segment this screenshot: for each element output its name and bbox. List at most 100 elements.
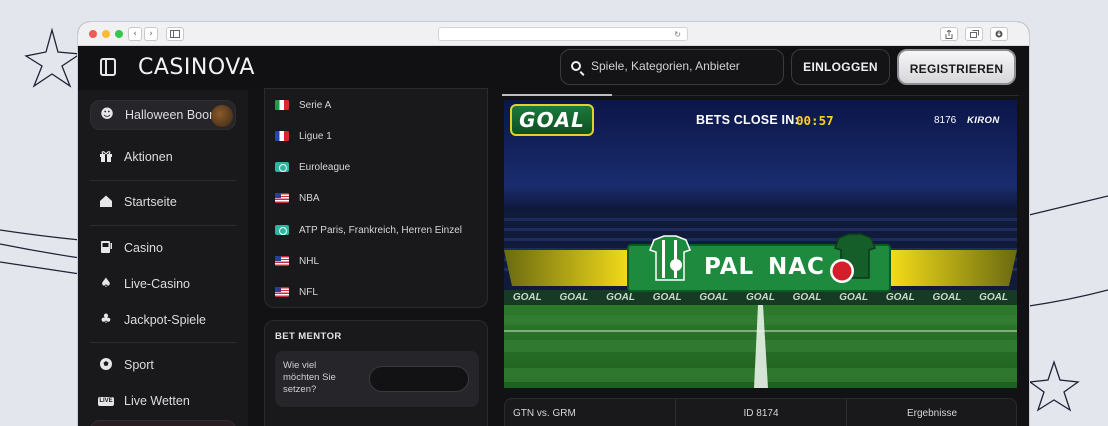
share-button[interactable] [940, 27, 958, 41]
bet-mentor-title: BET MENTOR [275, 331, 342, 342]
sidebar-item-label: Startseite [124, 195, 177, 209]
menu-toggle-icon[interactable] [100, 58, 116, 76]
ad-board-text: GOAL [652, 292, 682, 303]
ad-board-text: GOAL [745, 292, 775, 303]
bet-amount-input[interactable] [369, 366, 469, 392]
game-panel: GOAL GOAL GOAL GOAL GOAL GOAL GOAL GOAL … [498, 90, 1029, 426]
countdown-timer: 00:57 [796, 113, 834, 128]
back-button[interactable]: ‹ [128, 27, 142, 41]
sidebar-item-label: Casino [124, 241, 163, 255]
bet-amount-row: Wie viel möchten Sie setzen? [275, 351, 479, 407]
live-badge-icon: LIVE [98, 396, 114, 406]
sidebar-toggle-button[interactable] [166, 27, 184, 41]
ad-board-text: GOAL [932, 292, 962, 303]
sidebar-item-jackpot-spiele[interactable]: ♣ Jackpot-Spiele [90, 305, 236, 335]
world-icon [275, 225, 289, 235]
sidebar-item-casino[interactable]: Casino [90, 233, 236, 263]
home-team-name: PAL [704, 254, 755, 280]
close-window-button[interactable] [89, 30, 97, 38]
league-item[interactable]: Ligue 1 [275, 126, 332, 146]
search-icon [571, 61, 581, 71]
bet-mentor-panel: BET MENTOR Wie viel möchten Sie setzen? [264, 320, 488, 426]
league-item[interactable]: Euroleague [275, 157, 350, 177]
ad-boards: GOAL GOAL GOAL GOAL GOAL GOAL GOAL GOAL … [504, 290, 1017, 305]
bets-close-label: BETS CLOSE IN: [696, 113, 799, 127]
maximize-window-button[interactable] [115, 30, 123, 38]
league-name: Euroleague [299, 161, 351, 173]
browser-toolbar: ‹ › ↻ [78, 22, 1029, 46]
minimize-window-button[interactable] [102, 30, 110, 38]
away-team-name: NAC [768, 254, 825, 280]
live-dealer-icon: ♠ [100, 276, 112, 291]
ad-board-text: GOAL [559, 292, 589, 303]
ad-board-text: GOAL [512, 292, 542, 303]
goal-logo: GOAL [510, 104, 594, 136]
forward-button[interactable]: › [144, 27, 158, 41]
register-button[interactable]: REGISTRIEREN [897, 49, 1016, 85]
sidebar-divider [90, 180, 236, 181]
reload-icon[interactable]: ↻ [674, 28, 681, 41]
stadium-scene [504, 100, 1017, 388]
league-item[interactable]: ATP Paris, Frankreich, Herren Einzel [275, 220, 462, 240]
sidebar-item-live-wetten[interactable]: LIVE Live Wetten [90, 386, 236, 416]
world-icon [275, 162, 289, 172]
site-logo[interactable]: CASINOVA [138, 55, 255, 80]
provider-logo: KIRON [967, 115, 1000, 126]
halloween-pumpkin-icon [211, 105, 233, 127]
sidebar-divider [90, 225, 236, 226]
bet-amount-question: Wie viel möchten Sie setzen? [283, 360, 336, 395]
sidebar-item-halloween-boom[interactable]: ☻ Halloween Boom [90, 100, 236, 130]
sidebar-item-sport[interactable]: Sport [90, 350, 236, 380]
usa-flag-icon [275, 287, 289, 297]
pumpkin-icon: ☻ [100, 107, 114, 122]
ad-board-text: GOAL [606, 292, 635, 303]
league-item[interactable]: NHL [275, 251, 319, 271]
sidebar-nav: ☻ Halloween Boom Aktionen Startseite Cas… [78, 90, 248, 426]
league-item[interactable]: NFL [275, 282, 318, 302]
league-name: Serie A [299, 99, 332, 111]
league-column: Serie A Ligue 1 Euroleague NBA ATP Paris… [248, 88, 498, 426]
sidebar-item-label: Live Wetten [124, 394, 190, 408]
league-name: Ligue 1 [299, 130, 332, 142]
downloads-button[interactable] [990, 27, 1008, 41]
usa-flag-icon [275, 256, 289, 266]
slot-machine-icon [98, 240, 114, 256]
sidebar-item-aktionen[interactable]: Aktionen [90, 142, 236, 172]
clover-icon: ♣ [100, 312, 112, 327]
sidebar-item-label: Live-Casino [124, 277, 191, 291]
league-name: ATP Paris, Frankreich, Herren Einzel [299, 224, 463, 236]
league-item[interactable]: Serie A [275, 95, 331, 115]
search-input[interactable] [591, 59, 776, 73]
virtual-match-stream[interactable]: GOAL GOAL GOAL GOAL GOAL GOAL GOAL GOAL … [504, 100, 1017, 388]
sidebar-item-live-casino[interactable]: ♠ Live-Casino [90, 269, 236, 299]
active-tab-indicator [502, 94, 612, 96]
browser-window: ‹ › ↻ CASINOVA EINLOGGEN REGISTRIEREN ☻ … [78, 22, 1029, 426]
results-button[interactable]: Ergebnisse [847, 399, 1017, 426]
address-bar[interactable]: ↻ [438, 27, 688, 41]
league-name: NFL [299, 286, 318, 298]
league-name: NHL [299, 255, 320, 267]
france-flag-icon [275, 131, 289, 141]
tabs-button[interactable] [965, 27, 983, 41]
ad-board-text: GOAL [839, 292, 869, 303]
sidebar-item-partial[interactable] [90, 420, 236, 426]
search-box[interactable] [560, 49, 784, 85]
soccer-ball-icon [98, 357, 114, 373]
sidebar-item-startseite[interactable]: Startseite [90, 187, 236, 217]
previous-match-label[interactable]: GTN vs. GRM [505, 399, 675, 426]
gift-icon [98, 149, 114, 165]
login-button[interactable]: EINLOGGEN [791, 49, 890, 85]
home-icon [98, 194, 114, 210]
site-header: CASINOVA EINLOGGEN REGISTRIEREN [78, 46, 1029, 90]
usa-flag-icon [275, 193, 289, 203]
match-info-bar: GTN vs. GRM ID 8174 Ergebnisse [504, 398, 1017, 426]
star-icon [24, 27, 82, 88]
sidebar-divider [90, 342, 236, 343]
ad-board-text: GOAL [792, 292, 822, 303]
sidebar-item-label: Aktionen [124, 150, 173, 164]
league-name: NBA [299, 192, 320, 204]
ad-board-text: GOAL [979, 292, 1008, 303]
league-list: Serie A Ligue 1 Euroleague NBA ATP Paris… [264, 88, 488, 308]
league-item[interactable]: NBA [275, 188, 320, 208]
sidebar-item-label: Jackpot-Spiele [124, 313, 206, 327]
